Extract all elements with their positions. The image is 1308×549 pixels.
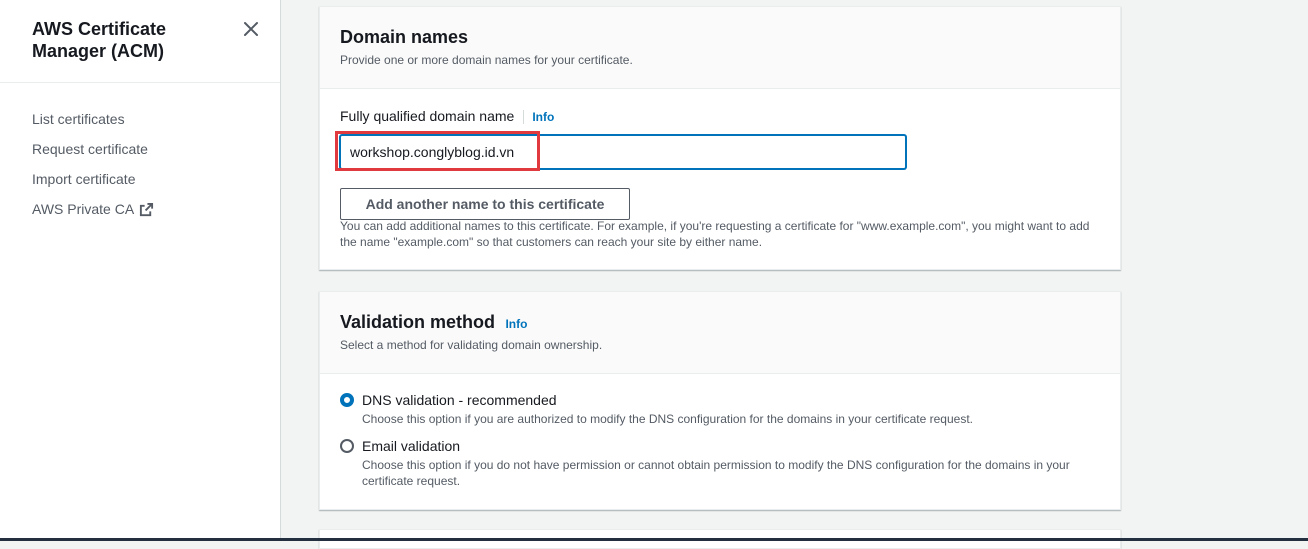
hint-text: You can add additional names to this cer… <box>340 219 1090 249</box>
domain-names-panel: Domain names Provide one or more domain … <box>319 6 1121 270</box>
panel-title: Validation method <box>340 312 496 332</box>
field-label-row: Fully qualified domain name Info <box>340 108 554 126</box>
divider <box>523 109 525 124</box>
sidebar-title: AWS Certificate Manager (ACM) <box>32 19 167 61</box>
info-link[interactable]: Info <box>505 317 527 331</box>
panel-header: Validation method Info Select a method f… <box>320 292 1120 374</box>
sidebar-item-import-certificate[interactable]: Import certificate <box>32 164 154 194</box>
external-link-icon <box>139 202 154 217</box>
radio-button[interactable] <box>340 439 354 453</box>
panel-description: Select a method for validating domain ow… <box>340 338 603 352</box>
sidebar-header: AWS Certificate Manager (ACM) <box>0 0 280 83</box>
radio-description: Choose this option if you do not have pe… <box>362 458 1070 488</box>
side-navigation: AWS Certificate Manager (ACM) List certi… <box>0 0 281 541</box>
panel-description: Provide one or more domain names for you… <box>340 53 633 67</box>
sidebar-item-request-certificate[interactable]: Request certificate <box>32 134 154 164</box>
radio-description: Choose this option if you are authorized… <box>362 412 973 426</box>
sidebar-item-label: Import certificate <box>32 171 136 187</box>
sidebar-item-label: AWS Private CA <box>32 201 135 217</box>
info-link[interactable]: Info <box>532 110 554 124</box>
panel-title-row: Validation method Info <box>340 312 527 333</box>
sidebar-item-aws-private-ca[interactable]: AWS Private CA <box>32 194 154 224</box>
radio-label: DNS validation - recommended <box>362 392 557 408</box>
sidebar-nav: List certificates Request certificate Im… <box>32 104 154 224</box>
radio-label: Email validation <box>362 438 461 454</box>
main-content: Domain names Provide one or more domain … <box>281 0 1308 549</box>
domain-name-input[interactable] <box>340 135 906 169</box>
radio-button-selected[interactable] <box>340 393 354 407</box>
sidebar-item-label: Request certificate <box>32 141 148 157</box>
sidebar-item-label: List certificates <box>32 111 125 127</box>
panel-header: Domain names Provide one or more domain … <box>320 7 1120 89</box>
add-another-name-button[interactable]: Add another name to this certificate <box>340 188 630 220</box>
sidebar-item-list-certificates[interactable]: List certificates <box>32 104 154 134</box>
panel-title: Domain names <box>340 27 469 47</box>
close-icon[interactable] <box>241 19 261 39</box>
field-label: Fully qualified domain name <box>340 108 515 124</box>
validation-method-panel: Validation method Info Select a method f… <box>319 291 1121 510</box>
